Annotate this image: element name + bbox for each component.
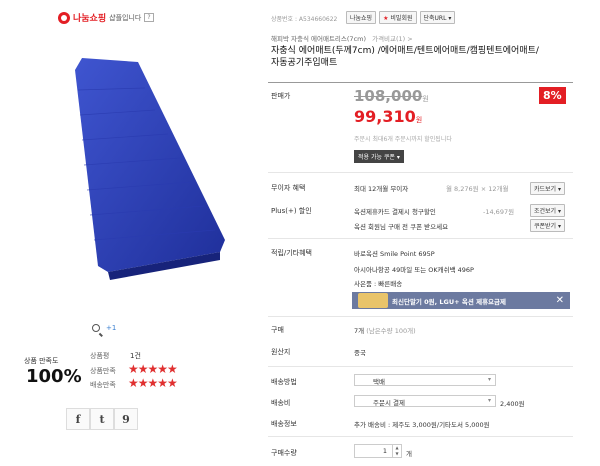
shipping-fee-value: 2,400원 [500, 400, 525, 408]
origin-label: 원산지 [271, 348, 291, 356]
original-price: 108,000원 [354, 87, 429, 105]
review-label: 상품평 [90, 352, 110, 360]
chevron-down-icon: ▾ [448, 15, 452, 22]
product-title: 자충식 에어매트(두께7cm) /에어매트/텐트에어매트/캠핑텐트에어매트/ 자… [271, 45, 591, 69]
shortcut-url-button[interactable]: 단축URL ▾ [419, 11, 456, 24]
price-note: 주문시 최대6개 주문시까지 할인됩니다 [354, 136, 452, 143]
chevron-down-icon: ▾ [396, 154, 400, 161]
share-other-icon[interactable]: 9 [114, 408, 138, 430]
card-view-label: 카드보기 [534, 186, 557, 193]
satisfaction-title: 상품 만족도 [24, 357, 59, 365]
shipping-method-select[interactable]: 택배 [354, 374, 496, 386]
origin-value: 중국 [354, 349, 366, 357]
product-image[interactable] [20, 40, 240, 320]
chevron-down-icon: ▾ [558, 223, 562, 230]
shipping-fee-label: 배송비 [271, 399, 291, 407]
shipping-method-value: 택배 [373, 378, 385, 386]
twitter-icon[interactable]: t [90, 408, 114, 430]
store-name: 나눔쇼핑 [73, 14, 107, 24]
quantity-label: 구매 [271, 326, 284, 334]
sale-price-unit: 원 [415, 116, 423, 124]
delivery-satisfaction-label: 배송만족 [90, 381, 116, 389]
review-count[interactable]: 1건 [130, 351, 141, 361]
store-suffix: 샵플입니다 [109, 13, 142, 22]
promo-banner[interactable]: 최신단말기 0원, LGU+ 옥션 제휴요금제 ✕ [352, 292, 570, 309]
product-stars: ★★★★★ [128, 362, 178, 376]
get-coupon-button[interactable]: 쿠폰받기 ▾ [530, 219, 566, 232]
coupon-notice: 옥션 회원님 구매 전 쿠폰 받으세요 [354, 223, 449, 231]
shipping-fee-option: 주문시 결제 [373, 399, 405, 407]
share-bar: f t 9 [66, 408, 138, 430]
product-title-line-1: 자충식 에어매트(두께7cm) /에어매트/텐트에어매트/캠핑텐트에어매트/ [271, 46, 539, 56]
quantity-value[interactable]: 1 [383, 447, 387, 455]
divider [268, 82, 573, 83]
divider [268, 316, 573, 317]
delivery-stars: ★★★★★ [128, 376, 178, 390]
seller-badge[interactable]: 나눔쇼핑 ★ 비밀회원 단축URL ▾ [346, 11, 456, 24]
buy-quantity-unit: 개 [406, 450, 412, 458]
product-category: 해피박 자충식 에어매트리스(7cm) 가격비교(1) > [271, 33, 413, 43]
seller-name[interactable]: 나눔쇼핑 [346, 11, 377, 24]
price-compare-link[interactable]: 가격비교(1) > [372, 35, 413, 43]
coupon-button[interactable]: 적용 가능 쿠폰 ▾ [354, 150, 404, 163]
points-label: 적립/기타혜택 [271, 249, 312, 257]
close-icon[interactable]: ✕ [556, 295, 564, 306]
buy-quantity-label: 구매수량 [271, 449, 297, 457]
divider [268, 436, 573, 437]
mini-shop-label: 비밀회원 [390, 15, 413, 22]
divider [268, 238, 573, 239]
condition-label: 조건보기 [534, 208, 557, 215]
chevron-down-icon: ▾ [558, 208, 562, 215]
quantity-stepper[interactable]: 1 ▲ ▼ [354, 444, 402, 458]
shipping-info-label: 배송정보 [271, 420, 297, 428]
facebook-icon[interactable]: f [66, 408, 90, 430]
store-logo[interactable]: 나눔쇼핑 샵플입니다 ? [58, 11, 154, 24]
shipping-info-value: 추가 배송비 : 제주도 3,000원/기타도서 5,000원 [354, 421, 490, 429]
promo-banner-text: 최신단말기 0원, LGU+ 옥션 제휴요금제 [392, 297, 506, 306]
points-line-3: 사은품 : 빠른배송 [354, 280, 403, 288]
chevron-down-icon: ▾ [558, 186, 562, 193]
promo-phone-icon [358, 293, 388, 308]
coupon-button-label: 적용 가능 쿠폰 [358, 154, 395, 161]
stepper-arrows-icon[interactable]: ▲ ▼ [392, 445, 401, 457]
plus-discount-label: Plus(+) 할인 [271, 207, 312, 215]
shortcut-url-label: 단축URL [423, 15, 447, 22]
plus-discount-text: 옥션제휴카드 결제시 청구할인 [354, 208, 436, 216]
get-coupon-label: 쿠폰받기 [534, 223, 557, 230]
original-price-value: 108,000 [354, 87, 423, 105]
product-satisfaction-label: 상품만족 [90, 367, 116, 375]
plus-discount-amount: -14,697원 [483, 208, 515, 216]
shipping-fee-select[interactable]: 주문시 결제 [354, 395, 496, 407]
price-label: 판매가 [271, 92, 291, 100]
quantity-info: 7개 (남은수량 100개) [354, 325, 416, 335]
original-price-unit: 원 [422, 95, 429, 103]
help-icon[interactable]: ? [144, 13, 154, 22]
divider [268, 366, 573, 367]
zoom-count: +1 [106, 324, 117, 332]
satisfaction-percent: 100% [26, 366, 82, 387]
shipping-method-label: 배송방법 [271, 378, 297, 386]
installment-text: 최대 12개월 무이자 [354, 185, 409, 193]
condition-button[interactable]: 조건보기 ▾ [530, 204, 566, 217]
store-logo-icon [58, 11, 70, 24]
category-text: 해피박 자충식 에어매트리스(7cm) [271, 35, 367, 43]
zoom-control[interactable]: +1 [92, 324, 117, 337]
discount-badge: 8% [539, 87, 566, 104]
sale-price-value: 99,310 [354, 107, 416, 126]
quantity-text: 7개 [354, 327, 365, 335]
installment-label: 무이자 혜택 [271, 184, 306, 192]
product-number: 상품번호 : A534660622 [271, 16, 338, 23]
points-line-1: 바로옥션 Smile Point 695P [354, 250, 435, 258]
mini-shop-button[interactable]: ★ 비밀회원 [379, 11, 417, 24]
divider [268, 172, 573, 173]
installment-detail: 월 8,276원 × 12개월 [446, 185, 509, 193]
quantity-remain: (남은수량 100개) [366, 327, 416, 335]
product-title-line-2: 자동공기주입매트 [271, 58, 338, 68]
star-icon: ★ [383, 15, 389, 22]
sale-price: 99,310원 [354, 107, 422, 126]
card-view-button[interactable]: 카드보기 ▾ [530, 182, 566, 195]
magnifier-icon[interactable] [92, 324, 103, 337]
points-line-2: 아시아나항공 49마일 또는 OK캐쉬백 496P [354, 266, 474, 274]
